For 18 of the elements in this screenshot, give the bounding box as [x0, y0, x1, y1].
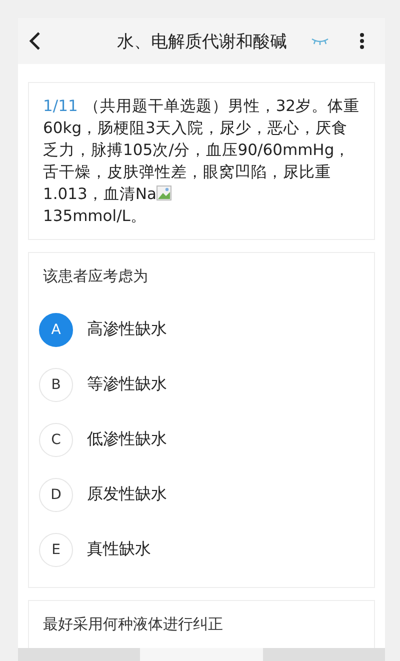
- option-letter[interactable]: E: [39, 532, 73, 566]
- question-prompt: 最好采用何种液体进行纠正: [42, 615, 224, 634]
- option-text[interactable]: 真性缺水: [87, 539, 151, 560]
- option-letter[interactable]: A: [39, 312, 73, 346]
- option-letter[interactable]: B: [39, 368, 73, 402]
- option-text[interactable]: 高渗性缺水: [87, 319, 167, 340]
- broken-image-icon: [156, 185, 172, 201]
- closed-eye-icon[interactable]: [311, 37, 329, 45]
- more-icon[interactable]: [359, 32, 365, 50]
- question-stem: 1/11 （共用题干单选题）男性，32岁。体重60kg，肠梗阻3天入院，尿少，恶心，厌食乏力，脉搏105次/分，血压90/60mmHg，舌干燥，皮肤弹性差，眼窝凹陷，尿比重1.013，血清Na 135mmol/L。: [43, 96, 360, 227]
- option-letter[interactable]: D: [39, 478, 73, 512]
- option-text[interactable]: 低渗性缺水: [87, 429, 167, 450]
- option-text[interactable]: 等渗性缺水: [87, 374, 167, 395]
- option-letter[interactable]: C: [39, 422, 73, 456]
- back-icon[interactable]: [28, 31, 42, 51]
- question-prompt: 该患者应考虑为: [42, 267, 149, 286]
- page-title: 水、电解质代谢和酸碱: [117, 30, 287, 52]
- option-text[interactable]: 原发性缺水: [87, 484, 167, 505]
